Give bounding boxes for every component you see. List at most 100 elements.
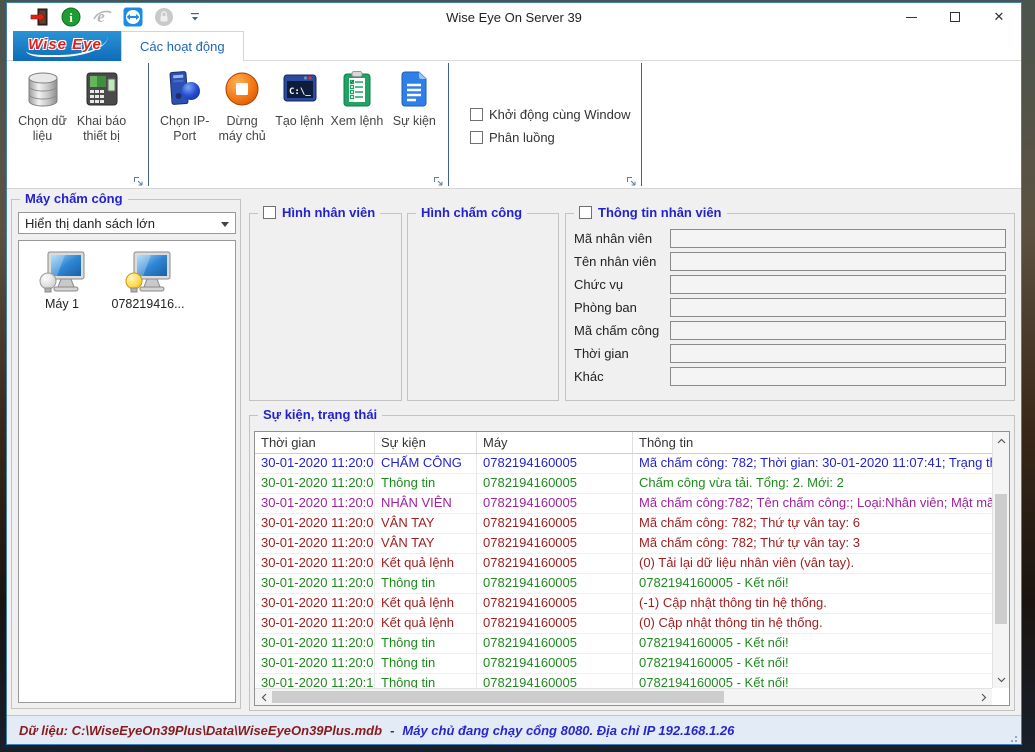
ribbon-tab-strip: Wise Eye Các hoạt động (7, 31, 1021, 61)
device-list[interactable]: Máy 1 078219416... (18, 240, 236, 703)
teamviewer-icon[interactable] (122, 6, 144, 28)
event-time-cell: 30-01-2020 11:20:08 (255, 594, 375, 613)
events-panel: Sự kiện, trạng thái Thời gian Sự kiện Má… (249, 415, 1015, 711)
group-dialog-launcher-icon[interactable] (133, 174, 144, 185)
employee-info-field: Khác (574, 365, 1006, 388)
checkbox-multithread[interactable]: Phân luồng (470, 130, 634, 145)
employee-info-fields: Mã nhân viên Tên nhân viên Chức vụ Phòng… (566, 227, 1014, 388)
create-command-button[interactable]: C:\_ Tạo lệnh (271, 67, 328, 129)
event-type-cell: VÂN TAY (375, 534, 477, 553)
event-info-cell: (0) Tải lại dữ liệu nhân viên (vân tay). (633, 554, 992, 573)
scroll-left-icon[interactable] (255, 689, 272, 706)
field-input[interactable] (670, 321, 1006, 340)
event-row[interactable]: 30-01-2020 11:20:07 VÂN TAY 078219416000… (255, 534, 992, 554)
field-input[interactable] (670, 275, 1006, 294)
status-database-path: Dữ liệu: C:\WiseEyeOn39Plus\Data\WiseEye… (19, 723, 382, 738)
column-header-info[interactable]: Thông tin (633, 432, 992, 453)
event-machine-cell: 0782194160005 (477, 654, 633, 673)
event-type-cell: Thông tin (375, 674, 477, 688)
event-machine-cell: 0782194160005 (477, 534, 633, 553)
event-row[interactable]: 30-01-2020 11:20:07 Kết quả lệnh 0782194… (255, 554, 992, 574)
employee-photo-checkbox[interactable] (263, 206, 276, 219)
event-info-cell: 0782194160005 - Kết nối! (633, 574, 992, 593)
event-info-cell: Mã chấm công: 782; Thứ tự vân tay: 6 (633, 514, 992, 533)
app-logo-button[interactable]: Wise Eye (13, 31, 121, 61)
select-ip-port-button[interactable]: Chọn IP-Port (156, 67, 213, 144)
view-command-label: Xem lệnh (331, 114, 384, 129)
event-time-cell: 30-01-2020 11:20:05 (255, 454, 375, 473)
event-row[interactable]: 30-01-2020 11:20:08 Kết quả lệnh 0782194… (255, 614, 992, 634)
vertical-scroll-thumb[interactable] (995, 494, 1007, 624)
event-time-cell: 30-01-2020 11:20:14 (255, 674, 375, 688)
events-button[interactable]: Sự kiện (386, 67, 443, 129)
info-icon[interactable]: i (60, 6, 82, 28)
field-input[interactable] (670, 298, 1006, 317)
field-input[interactable] (670, 367, 1006, 386)
group-dialog-launcher-icon[interactable] (433, 174, 444, 185)
customize-dropdown-icon[interactable] (184, 6, 206, 28)
device-label: 078219416... (112, 297, 185, 311)
column-header-event[interactable]: Sự kiện (375, 432, 477, 453)
event-info-cell: Mã chấm công: 782; Thời gian: 30-01-2020… (633, 454, 992, 473)
declare-device-button[interactable]: Khai báo thiết bị (72, 67, 131, 144)
close-button[interactable]: ✕ (977, 3, 1021, 31)
scroll-down-icon[interactable] (993, 671, 1010, 688)
event-time-cell: 30-01-2020 11:20:08 (255, 634, 375, 653)
event-machine-cell: 0782194160005 (477, 474, 633, 493)
device-item-078219416[interactable]: 078219416... (109, 249, 187, 311)
event-time-cell: 30-01-2020 11:20:07 (255, 534, 375, 553)
internet-explorer-icon[interactable]: e (91, 6, 113, 28)
events-table: Thời gian Sự kiện Máy Thông tin 30-01-20… (254, 431, 1010, 706)
ribbon-group-options: Khởi động cùng Window Phân luồng (450, 61, 640, 188)
event-info-cell: 0782194160005 - Kết nối! (633, 654, 992, 673)
attendance-device-icon (82, 69, 122, 109)
events-panel-title: Sự kiện, trạng thái (263, 407, 377, 422)
horizontal-scrollbar[interactable] (255, 688, 992, 705)
event-row[interactable]: 30-01-2020 11:20:06 NHÂN VIÊN 0782194160… (255, 494, 992, 514)
minimize-button[interactable] (889, 3, 933, 31)
resize-grip[interactable] (1008, 731, 1018, 741)
column-header-machine[interactable]: Máy (477, 432, 633, 453)
scroll-up-icon[interactable] (993, 432, 1010, 449)
employee-info-field: Mã nhân viên (574, 227, 1006, 250)
event-row[interactable]: 30-01-2020 11:20:08 Thông tin 0782194160… (255, 634, 992, 654)
event-machine-cell: 0782194160005 (477, 554, 633, 573)
event-row[interactable]: 30-01-2020 11:20:08 Kết quả lệnh 0782194… (255, 594, 992, 614)
view-mode-select[interactable]: Hiển thị danh sách lớn (18, 212, 236, 234)
field-input[interactable] (670, 252, 1006, 271)
field-input[interactable] (670, 344, 1006, 363)
event-type-cell: Thông tin (375, 634, 477, 653)
device-item-may-1[interactable]: Máy 1 (23, 249, 101, 311)
horizontal-scroll-thumb[interactable] (272, 691, 724, 703)
computer-icon (36, 249, 88, 295)
event-machine-cell: 0782194160005 (477, 454, 633, 473)
field-input[interactable] (670, 229, 1006, 248)
group-dialog-launcher-icon[interactable] (626, 174, 637, 185)
select-data-button[interactable]: Chọn dữ liệu (13, 67, 72, 144)
checkbox-label: Phân luồng (489, 130, 555, 145)
minimize-icon (906, 17, 917, 18)
stop-server-button[interactable]: Dừng máy chủ (213, 67, 270, 144)
event-time-cell: 30-01-2020 11:20:07 (255, 574, 375, 593)
column-header-time[interactable]: Thời gian (255, 432, 375, 453)
exit-icon[interactable] (29, 6, 51, 28)
maximize-button[interactable] (933, 3, 977, 31)
event-type-cell: Thông tin (375, 474, 477, 493)
employee-info-title: Thông tin nhân viên (598, 205, 722, 220)
field-label: Thời gian (574, 346, 670, 361)
event-row[interactable]: 30-01-2020 11:20:07 Thông tin 0782194160… (255, 574, 992, 594)
vertical-scrollbar[interactable] (992, 432, 1009, 688)
employee-info-checkbox[interactable] (579, 206, 592, 219)
ribbon-separator (641, 63, 642, 186)
scroll-right-icon[interactable] (975, 689, 992, 706)
status-server-info: Máy chủ đang chạy cổng 8080. Địa chỉ IP … (402, 723, 734, 738)
event-row[interactable]: 30-01-2020 11:20:09 Thông tin 0782194160… (255, 654, 992, 674)
event-row[interactable]: 30-01-2020 11:20:06 Thông tin 0782194160… (255, 474, 992, 494)
view-command-button[interactable]: Xem lệnh (328, 67, 385, 129)
event-row[interactable]: 30-01-2020 11:20:07 VÂN TAY 078219416000… (255, 514, 992, 534)
lock-icon[interactable] (153, 6, 175, 28)
checkbox-start-with-windows[interactable]: Khởi động cùng Window (470, 107, 634, 122)
event-row[interactable]: 30-01-2020 11:20:05 CHẤM CÔNG 0782194160… (255, 454, 992, 474)
event-row[interactable]: 30-01-2020 11:20:14 Thông tin 0782194160… (255, 674, 992, 688)
tab-cac-hoat-dong[interactable]: Các hoạt động (121, 31, 244, 61)
